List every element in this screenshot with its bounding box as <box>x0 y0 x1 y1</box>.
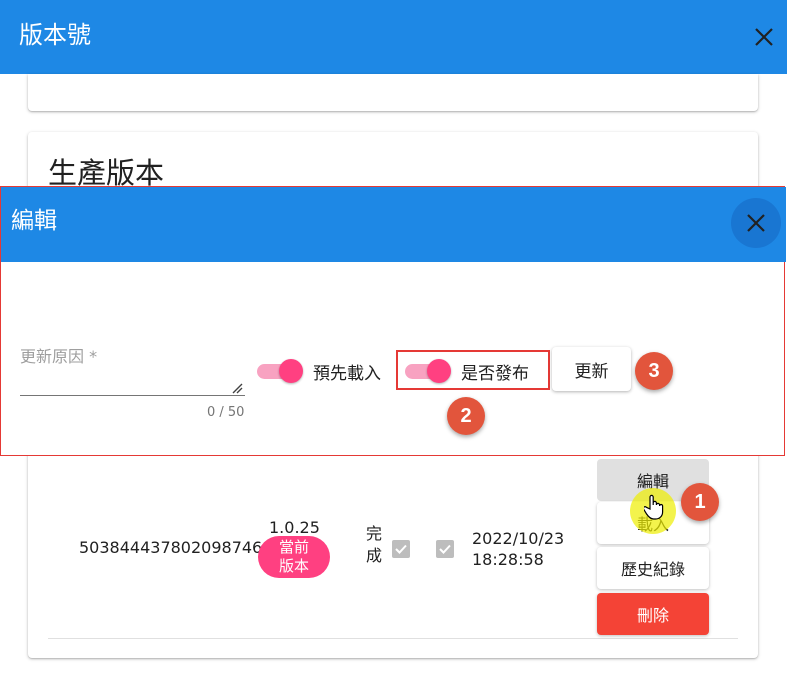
preload-label: 預先載入 <box>313 364 381 384</box>
step-marker-3: 3 <box>635 352 673 390</box>
timestamp-date: 2022/10/23 <box>472 529 565 548</box>
character-counter: 0 / 50 <box>207 405 245 420</box>
update-reason-field[interactable] <box>20 395 245 396</box>
version-number: 1.0.25 <box>269 518 320 537</box>
current-version-badge: 當前版本 <box>258 536 330 578</box>
publish-toggle[interactable] <box>405 359 451 383</box>
table-row: 503844437802098746 1.0.25 當前版本 完成 2022/1… <box>48 452 738 639</box>
version-id: 503844437802098746 <box>79 538 263 557</box>
update-reason-label: 更新原因 * <box>20 347 98 366</box>
window-title: 版本號 <box>19 21 91 49</box>
preload-toggle[interactable] <box>257 359 303 383</box>
check-icon <box>392 540 410 558</box>
history-button[interactable]: 歷史紀錄 <box>597 547 709 589</box>
publish-label: 是否發布 <box>461 364 529 384</box>
edit-dialog: 編輯 更新原因 * 0 / 50 預先載入 是否發布 更新 <box>0 186 786 456</box>
dialog-title: 編輯 <box>11 208 57 234</box>
check-icon <box>436 540 454 558</box>
badge-label: 當前版本 <box>278 538 309 575</box>
app-header: 版本號 <box>0 0 787 74</box>
close-icon[interactable] <box>748 21 780 53</box>
step-marker-2: 2 <box>447 397 485 435</box>
dialog-header: 編輯 <box>1 187 786 262</box>
collapsed-card <box>28 74 758 111</box>
update-button[interactable]: 更新 <box>552 347 631 391</box>
timestamp: 2022/10/23 18:28:58 <box>472 528 564 570</box>
status-text: 完成 <box>366 524 383 565</box>
resize-grip-icon[interactable] <box>231 379 243 398</box>
delete-button[interactable]: 刪除 <box>597 593 709 635</box>
timestamp-time: 18:28:58 <box>472 550 544 569</box>
close-icon[interactable] <box>731 198 781 248</box>
hand-pointer-icon <box>642 494 664 524</box>
step-marker-1: 1 <box>681 483 719 521</box>
